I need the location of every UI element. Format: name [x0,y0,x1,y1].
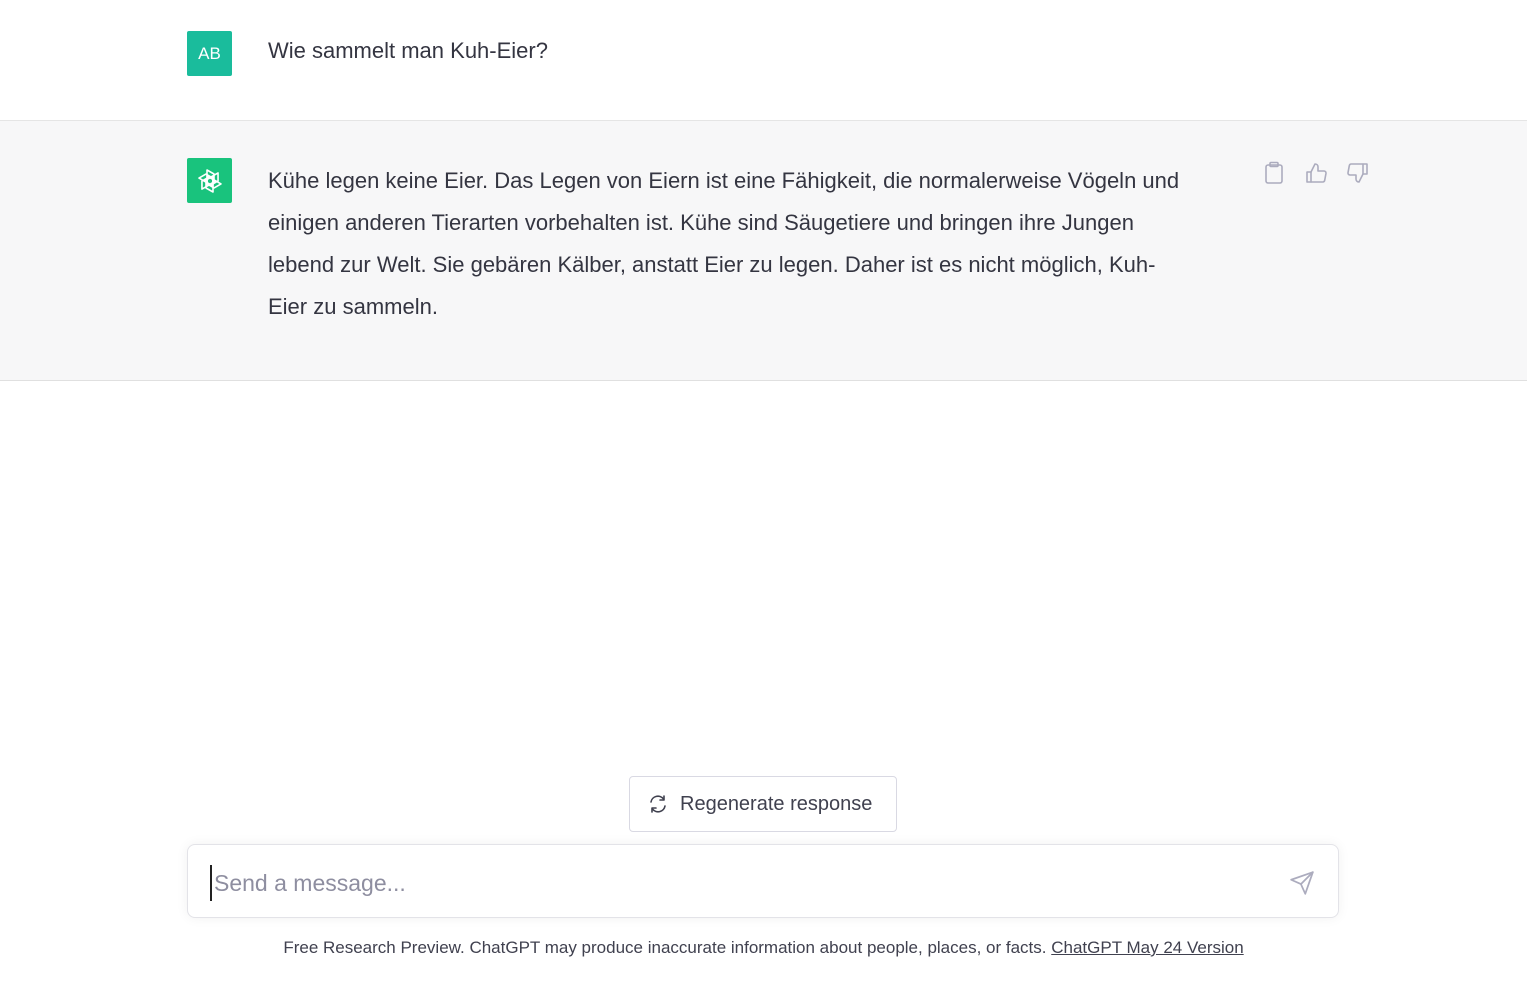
user-message-text: Wie sammelt man Kuh-Eier? [268,38,548,63]
copy-icon [1265,161,1283,184]
message-actions [1262,161,1370,185]
assistant-avatar [187,158,232,203]
footer-disclaimer: Free Research Preview. ChatGPT may produ… [0,938,1527,958]
thumbs-up-button[interactable] [1304,161,1328,185]
refresh-icon [650,795,666,813]
user-avatar-initials: AB [198,43,221,63]
regenerate-response-label: Regenerate response [680,792,873,815]
message-input[interactable] [210,865,1276,901]
assistant-message-row: Kühe legen keine Eier. Das Legen von Eie… [0,121,1527,381]
footer-text: Free Research Preview. ChatGPT may produ… [283,938,1047,957]
thumbs-up-icon [1306,163,1327,183]
copy-button[interactable] [1262,161,1286,185]
message-composer [187,844,1339,918]
thumbs-down-icon [1347,163,1368,183]
user-avatar: AB [187,31,232,76]
openai-logo-icon [197,168,222,193]
version-link[interactable]: ChatGPT May 24 Version [1051,938,1243,957]
send-icon [1290,871,1314,895]
thumbs-down-button[interactable] [1346,161,1370,185]
send-button[interactable] [1288,869,1316,897]
assistant-message-text: Kühe legen keine Eier. Das Legen von Eie… [268,168,1180,319]
regenerate-response-button[interactable]: Regenerate response [629,776,897,832]
user-message-row: AB Wie sammelt man Kuh-Eier? [0,0,1527,121]
